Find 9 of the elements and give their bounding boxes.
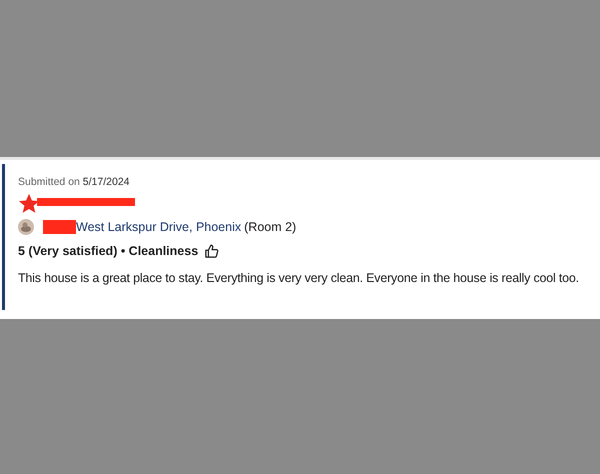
star-icon (18, 193, 40, 215)
rating-label: 5 (Very satisfied) • Cleanliness (18, 242, 198, 260)
property-link[interactable]: West Larkspur Drive, Phoenix (76, 218, 242, 236)
avatar-icon (18, 219, 34, 235)
room-label: (Room 2) (244, 218, 296, 236)
review-comment: This house is a great place to stay. Everything is very very clean. Everyone in the house is really cool too. (18, 270, 579, 287)
submitted-date: Submitted on 5/17/2024 (18, 175, 131, 189)
redaction-bar (43, 220, 76, 234)
thumbs-up-icon[interactable] (204, 244, 220, 258)
